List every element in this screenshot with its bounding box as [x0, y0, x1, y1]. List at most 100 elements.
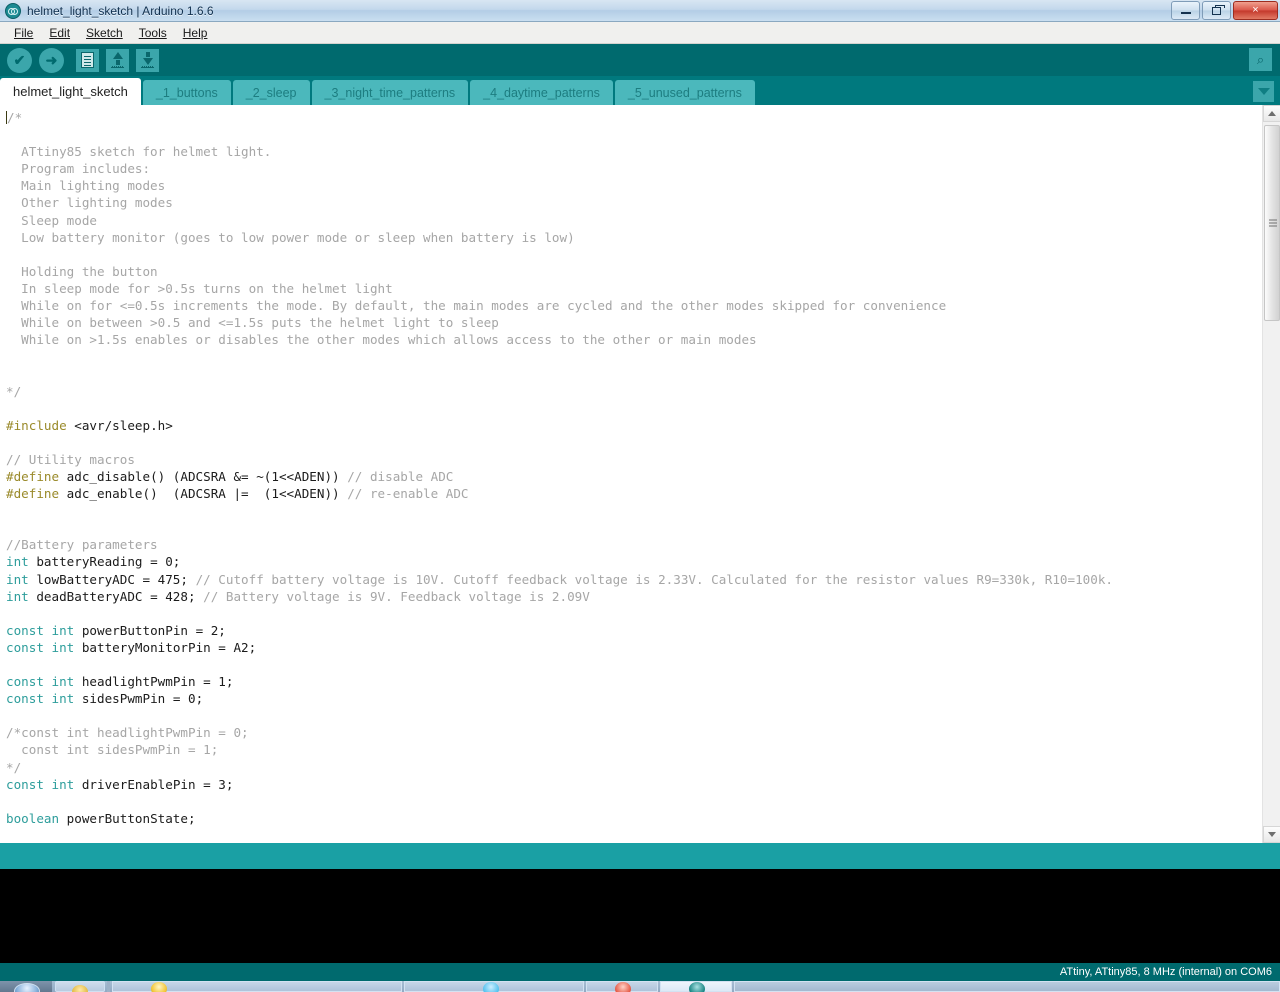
code-token: */ — [6, 383, 22, 399]
code-token: batteryReading = 0; — [28, 554, 181, 570]
editor-status-strip — [0, 843, 1280, 869]
code-token: #include — [6, 417, 67, 433]
code-line: int batteryReading = 0; — [6, 553, 1262, 570]
code-token: // Cutoff battery voltage is 10V. Cutoff… — [195, 571, 1113, 587]
menu-item-help[interactable]: Help — [175, 24, 216, 42]
code-token: const int — [6, 639, 75, 655]
arrow-right-icon: ➜ — [45, 52, 58, 68]
tab-menu-button[interactable] — [1253, 81, 1274, 102]
code-line: Other lighting modes — [6, 194, 1262, 211]
code-token: int — [6, 571, 29, 587]
menu-item-file[interactable]: File — [6, 24, 41, 42]
code-line: Program includes: — [6, 160, 1262, 177]
code-token: Program includes: — [6, 161, 151, 177]
tab-4-daytime-patterns[interactable]: _4_daytime_patterns — [470, 80, 613, 105]
serial-monitor-button[interactable]: ⌕ — [1249, 48, 1272, 71]
code-text[interactable]: /* ATtiny85 sketch for helmet light. Pro… — [0, 105, 1262, 843]
code-token: const int — [6, 691, 75, 707]
tab-label: _5_unused_patterns — [627, 85, 742, 100]
chevron-down-icon — [1257, 88, 1270, 95]
verify-button[interactable]: ✔ — [7, 47, 32, 73]
code-line: While on between >0.5 and <=1.5s puts th… — [6, 314, 1262, 331]
code-token: int — [6, 554, 29, 570]
taskbar-window-1[interactable] — [112, 981, 402, 992]
code-token: deadBatteryADC = 428; — [28, 588, 204, 604]
window-title: helmet_light_sketch | Arduino 1.6.6 — [27, 3, 214, 18]
tab-3-night-time-patterns[interactable]: _3_night_time_patterns — [311, 80, 469, 105]
start-orb-icon[interactable] — [0, 981, 52, 992]
arduino-infinity-icon — [5, 2, 21, 19]
window-controls: × — [1171, 1, 1278, 20]
code-editor[interactable]: /* ATtiny85 sketch for helmet light. Pro… — [0, 105, 1280, 843]
menu-item-sketch[interactable]: Sketch — [78, 24, 131, 42]
code-line: /* — [6, 109, 1262, 126]
tab-label: _1_buttons — [155, 85, 218, 100]
document-icon — [81, 52, 94, 68]
code-line: int lowBatteryADC = 475; // Cutoff batte… — [6, 571, 1262, 588]
menu-item-edit[interactable]: Edit — [41, 24, 78, 42]
menu-item-tools[interactable]: Tools — [131, 24, 175, 42]
code-token: While on for <=0.5s increments the mode.… — [6, 298, 947, 314]
upload-button[interactable]: ➜ — [39, 47, 64, 73]
board-info-label: ATtiny, ATtiny85, 8 MHz (internal) on CO… — [1059, 966, 1272, 978]
code-token: Sleep mode — [6, 212, 97, 228]
maximize-button[interactable] — [1202, 1, 1231, 20]
code-token: powerButtonState; — [59, 810, 196, 826]
code-line: const int powerButtonPin = 2; — [6, 622, 1262, 639]
tab-5-unused-patterns[interactable]: _5_unused_patterns — [614, 80, 755, 105]
menu-bar: File Edit Sketch Tools Help — [0, 22, 1280, 44]
code-line: Sleep mode — [6, 212, 1262, 229]
code-line: */ — [6, 383, 1262, 400]
taskbar-window-2[interactable] — [404, 981, 584, 992]
scroll-down-arrow[interactable] — [1263, 826, 1280, 843]
arduino-ide-window: helmet_light_sketch | Arduino 1.6.6 × Fi… — [0, 0, 1280, 992]
code-token: */ — [6, 759, 22, 775]
code-token: ATtiny85 sketch for helmet light. — [6, 144, 272, 160]
console-output[interactable] — [0, 869, 1280, 963]
close-button[interactable]: × — [1233, 1, 1278, 20]
tab-helmet-light-sketch[interactable]: helmet_light_sketch — [0, 78, 141, 105]
explorer-icon[interactable] — [55, 981, 105, 992]
taskbar-separator — [107, 981, 110, 992]
code-token: const int — [6, 622, 75, 638]
taskbar-window-arduino[interactable] — [660, 981, 732, 992]
code-token: powerButtonPin = 2; — [74, 622, 226, 638]
code-line: const int driverEnablePin = 3; — [6, 776, 1262, 793]
tab-2-sleep[interactable]: _2_sleep — [232, 80, 310, 105]
os-taskbar — [0, 981, 1280, 992]
check-icon: ✔ — [13, 52, 26, 68]
code-token: While on >1.5s enables or disables the o… — [6, 332, 757, 348]
code-token: headlightPwmPin = 1; — [74, 674, 234, 690]
code-line: While on >1.5s enables or disables the o… — [6, 331, 1262, 348]
save-sketch-button[interactable] — [136, 48, 159, 72]
arrow-down-icon — [141, 52, 154, 68]
code-line: const int sidesPwmPin = 0; — [6, 690, 1262, 707]
code-token: const int — [6, 674, 75, 690]
code-token: Other lighting modes — [6, 195, 173, 211]
code-line: While on for <=0.5s increments the mode.… — [6, 297, 1262, 314]
taskbar-window-3[interactable] — [586, 981, 658, 992]
code-token: boolean — [6, 810, 60, 826]
editor-vertical-scrollbar[interactable] — [1262, 105, 1280, 843]
code-line: In sleep mode for >0.5s turns on the hel… — [6, 280, 1262, 297]
tab-label: _4_daytime_patterns — [483, 85, 600, 100]
scroll-thumb[interactable] — [1264, 125, 1280, 321]
code-token: const int sidesPwmPin = 1; — [6, 742, 219, 758]
scroll-up-arrow[interactable] — [1263, 105, 1280, 122]
code-line: // Utility macros — [6, 451, 1262, 468]
code-token: Low battery monitor (goes to low power m… — [6, 229, 575, 245]
taskbar-empty-area — [734, 981, 1280, 992]
code-token: /* — [7, 110, 23, 125]
tab-1-buttons[interactable]: _1_buttons — [142, 80, 231, 105]
code-token: // Battery voltage is 9V. Feedback volta… — [203, 588, 590, 604]
open-sketch-button[interactable] — [106, 48, 129, 72]
new-sketch-button[interactable] — [76, 48, 99, 72]
code-token: /*const int headlightPwmPin = 0; — [6, 725, 249, 741]
code-line: #define adc_enable() (ADCSRA |= (1<<ADEN… — [6, 485, 1262, 502]
minimize-button[interactable] — [1171, 1, 1200, 20]
